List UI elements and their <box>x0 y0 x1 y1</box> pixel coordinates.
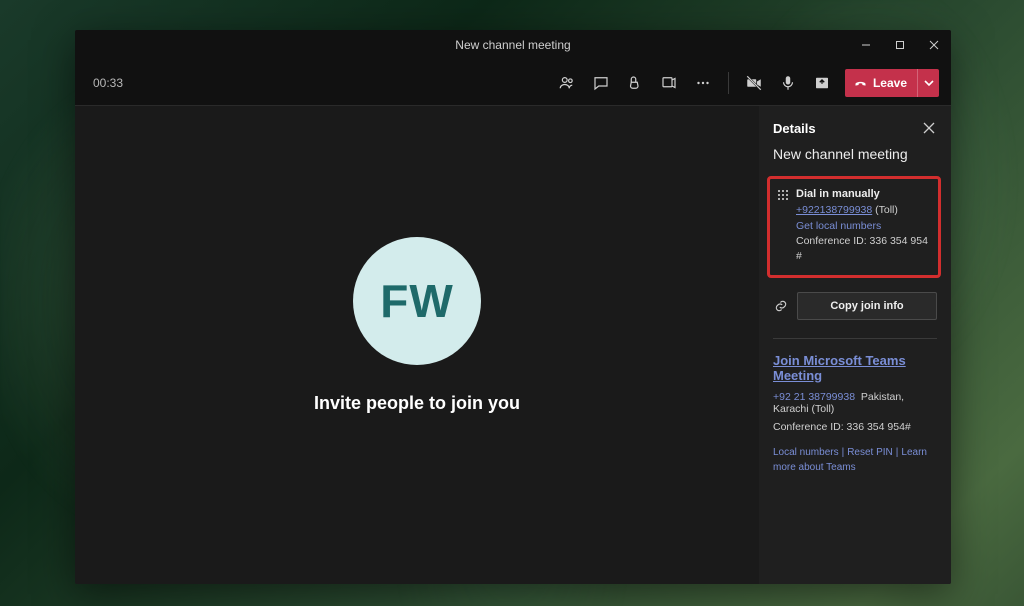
window-controls <box>849 30 951 60</box>
titlebar: New channel meeting <box>75 30 951 60</box>
conference-id-2: Conference ID: 336 354 954# <box>773 421 937 433</box>
people-button[interactable] <box>552 68 582 98</box>
phone-row: +92 21 38799938 Pakistan, Karachi (Toll) <box>773 391 937 415</box>
close-button[interactable] <box>917 30 951 60</box>
maximize-button[interactable] <box>883 30 917 60</box>
share-button[interactable] <box>807 68 837 98</box>
leave-button[interactable]: Leave <box>845 69 917 97</box>
participant-avatar: FW <box>353 237 481 365</box>
divider <box>773 338 937 339</box>
dialpad-icon <box>776 187 790 265</box>
join-teams-meeting-link[interactable]: Join Microsoft Teams Meeting <box>773 353 937 383</box>
copy-join-info-button[interactable]: Copy join info <box>797 292 937 320</box>
toolbar-separator <box>728 72 729 94</box>
details-title: Details <box>773 121 921 136</box>
dial-in-phone-link[interactable]: +922138799938 <box>796 204 872 216</box>
leave-options-button[interactable] <box>917 69 939 97</box>
minimize-button[interactable] <box>849 30 883 60</box>
dial-in-box: Dial in manually +922138799938 (Toll) Ge… <box>767 176 941 278</box>
camera-toggle[interactable] <box>739 68 769 98</box>
meeting-toolbar: 00:33 Leave <box>75 60 951 106</box>
more-actions-button[interactable] <box>688 68 718 98</box>
meeting-name: New channel meeting <box>773 146 937 162</box>
body: FW Invite people to join you Details New… <box>75 106 951 584</box>
close-panel-button[interactable] <box>921 120 937 136</box>
copy-row: Copy join info <box>773 292 937 320</box>
call-timer: 00:33 <box>93 76 123 90</box>
toll-suffix: (Toll) <box>872 204 898 216</box>
invite-prompt: Invite people to join you <box>314 393 520 414</box>
app-window: New channel meeting 00:33 <box>75 30 951 584</box>
dial-in-heading: Dial in manually <box>796 187 930 203</box>
avatar-initials: FW <box>380 274 454 328</box>
stage: FW Invite people to join you <box>75 106 759 584</box>
window-title: New channel meeting <box>75 38 951 52</box>
details-panel: Details New channel meeting Dial in manu… <box>759 106 951 584</box>
reactions-button[interactable] <box>620 68 650 98</box>
leave-label: Leave <box>873 76 907 90</box>
small-links: Local numbers|Reset PIN|Learn more about… <box>773 445 937 475</box>
link-icon <box>773 299 789 313</box>
get-local-numbers-link[interactable]: Get local numbers <box>796 219 930 234</box>
conference-id: Conference ID: 336 354 954 # <box>796 234 930 264</box>
local-numbers-link[interactable]: Local numbers <box>773 447 839 458</box>
reset-pin-link[interactable]: Reset PIN <box>847 447 893 458</box>
leave-button-group: Leave <box>845 69 939 97</box>
rooms-button[interactable] <box>654 68 684 98</box>
mic-toggle[interactable] <box>773 68 803 98</box>
phone-number-link[interactable]: +92 21 38799938 <box>773 391 855 403</box>
chat-button[interactable] <box>586 68 616 98</box>
